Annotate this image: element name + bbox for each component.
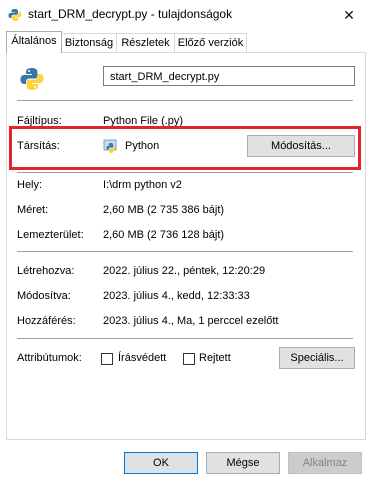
close-icon: ✕ (343, 6, 355, 23)
created-label: Létrehozva: (17, 265, 75, 277)
accessed-value: 2023. július 4., Ma, 1 perccel ezelőtt (103, 315, 279, 327)
apply-button[interactable]: Alkalmaz (288, 452, 362, 474)
tab-previous-versions[interactable]: Előző verziók (174, 33, 247, 52)
change-button[interactable]: Módosítás... (247, 135, 355, 157)
attributes-label: Attribútumok: (17, 352, 82, 364)
location-label: Hely: (17, 179, 43, 191)
separator (17, 172, 353, 173)
opens-with-label: Társítás: (17, 140, 60, 152)
cancel-button[interactable]: Mégse (206, 452, 280, 474)
general-panel: start_DRM_decrypt.py Fájltípus: Python F… (6, 52, 366, 440)
size-on-disk-value: 2,60 MB (2 736 128 bájt) (103, 229, 225, 241)
size-label: Méret: (17, 204, 49, 216)
separator (17, 100, 353, 101)
close-button[interactable]: ✕ (326, 0, 372, 30)
modified-label: Módosítva: (17, 290, 71, 302)
separator (17, 251, 353, 252)
location-value: I:\drm python v2 (103, 179, 182, 191)
python-file-large-icon (20, 68, 44, 90)
tab-security[interactable]: Biztonság (61, 33, 117, 52)
window-title: start_DRM_decrypt.py - tulajdonságok (28, 7, 233, 21)
tab-general[interactable]: Általános (6, 31, 62, 53)
accessed-label: Hozzáférés: (17, 315, 76, 327)
size-value: 2,60 MB (2 735 386 bájt) (103, 204, 225, 216)
tab-details[interactable]: Részletek (116, 33, 175, 52)
title-bar: start_DRM_decrypt.py - tulajdonságok ✕ (0, 0, 372, 30)
readonly-checkbox[interactable] (101, 353, 113, 365)
size-on-disk-label: Lemezterület: (17, 229, 84, 241)
created-value: 2022. július 22., péntek, 12:20:29 (103, 265, 266, 277)
hidden-label[interactable]: Rejtett (199, 352, 231, 364)
readonly-label[interactable]: Írásvédett (118, 352, 166, 364)
advanced-button[interactable]: Speciális... (279, 347, 355, 369)
python-app-icon (103, 139, 117, 153)
modified-value: 2023. július 4., kedd, 12:33:33 (103, 290, 250, 302)
opens-with-value: Python (125, 140, 160, 152)
file-name-field[interactable]: start_DRM_decrypt.py (103, 66, 355, 86)
hidden-checkbox[interactable] (183, 353, 195, 365)
ok-button[interactable]: OK (124, 452, 198, 474)
python-file-icon (8, 9, 22, 21)
separator (17, 338, 353, 339)
